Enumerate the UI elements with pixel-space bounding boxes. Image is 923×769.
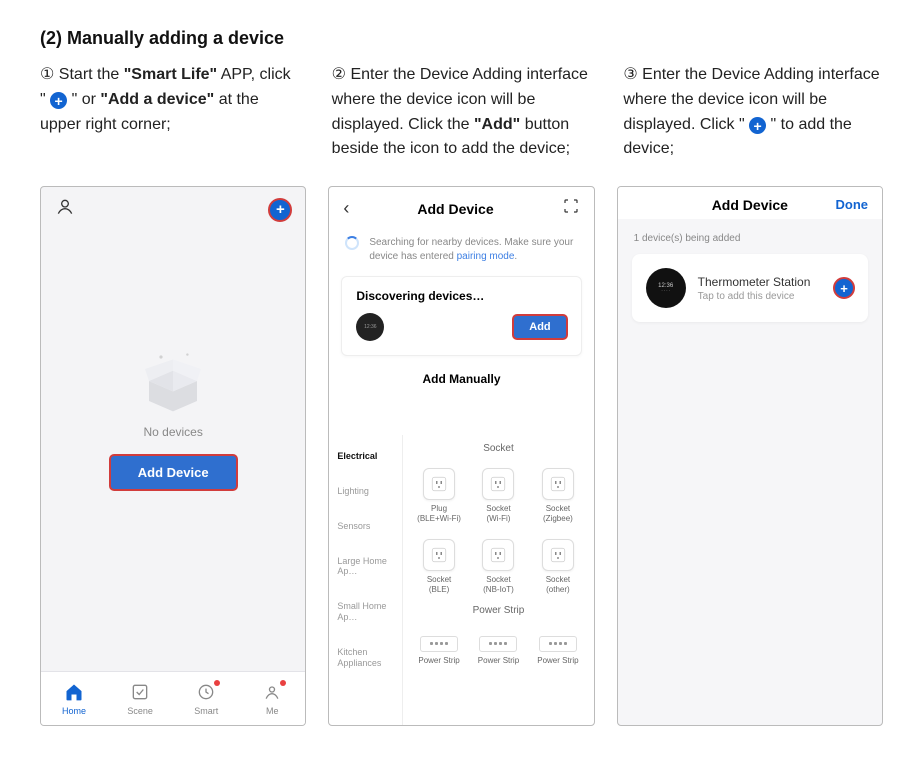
socket-icon (542, 539, 574, 571)
socket-icon (482, 539, 514, 571)
powerstrip-icon (479, 636, 517, 652)
socket-option[interactable]: Plug(BLE+Wi-Fi) (411, 468, 466, 523)
add-manually-title: Add Manually (329, 372, 593, 386)
step-2-text: ② Enter the Device Adding interface wher… (332, 63, 592, 162)
being-added-label: 1 device(s) being added (618, 219, 882, 250)
device-card[interactable]: 12:36 · · · · Thermometer Station Tap to… (632, 254, 868, 322)
socket-icon (482, 468, 514, 500)
pairing-mode-link[interactable]: pairing mode (457, 251, 515, 262)
device-icon: 12:36 · · · · (646, 268, 686, 308)
profile-icon[interactable] (55, 197, 75, 222)
add-device-button[interactable]: Add Device (110, 455, 237, 490)
socket-option[interactable]: Socket(Wi-Fi) (471, 468, 526, 523)
done-button[interactable]: Done (835, 197, 868, 212)
powerstrip-option[interactable]: Power Strip (411, 630, 466, 666)
search-message: Searching for nearby devices. Make sure … (329, 226, 593, 270)
device-thumbnail-icon: 12:36 (356, 313, 384, 341)
powerstrip-heading: Power Strip (411, 601, 585, 624)
category-lighting[interactable]: Lighting (329, 474, 402, 509)
category-electrical[interactable]: Electrical (329, 439, 402, 474)
bottom-nav: Home Scene Smart Me (41, 671, 305, 725)
plus-icon: + (749, 117, 766, 134)
socket-option[interactable]: Socket(BLE) (411, 539, 466, 594)
spinner-icon (345, 236, 359, 250)
notification-badge (214, 680, 220, 686)
powerstrip-icon (420, 636, 458, 652)
steps-row: ① Start the "Smart Life" APP, click " + … (40, 63, 883, 162)
screen-title: Add Device (417, 201, 493, 217)
phone-screen-3: Add Device Done 1 device(s) being added … (617, 186, 883, 726)
add-device-plus-button[interactable]: + (834, 278, 854, 298)
plus-icon: + (50, 92, 67, 109)
section-title: (2) Manually adding a device (40, 28, 883, 49)
discovering-card: Discovering devices… 12:36 Add (341, 276, 581, 356)
category-sensors[interactable]: Sensors (329, 509, 402, 544)
screenshots-row: + No devices Add Device Home Scene (40, 186, 883, 726)
powerstrip-icon (539, 636, 577, 652)
add-plus-button[interactable]: + (269, 199, 291, 221)
step-1-text: ① Start the "Smart Life" APP, click " + … (40, 63, 300, 137)
category-sidebar: Electrical Lighting Sensors Large Home A… (329, 435, 403, 725)
category-small-home[interactable]: Small Home Ap… (329, 589, 402, 635)
socket-icon (423, 468, 455, 500)
socket-heading: Socket (411, 439, 585, 462)
nav-home[interactable]: Home (41, 672, 107, 725)
category-kitchen[interactable]: Kitchen Appliances (329, 635, 402, 681)
screen-title: Add Device (712, 197, 788, 213)
nav-me[interactable]: Me (239, 672, 305, 725)
no-devices-label: No devices (143, 425, 202, 439)
socket-option[interactable]: Socket(other) (530, 539, 585, 594)
nav-scene[interactable]: Scene (107, 672, 173, 725)
nav-smart[interactable]: Smart (173, 672, 239, 725)
empty-box-icon (133, 337, 213, 417)
add-button[interactable]: Add (513, 315, 566, 339)
phone-screen-1: + No devices Add Device Home Scene (40, 186, 306, 726)
socket-icon (423, 539, 455, 571)
category-large-home[interactable]: Large Home Ap… (329, 544, 402, 590)
powerstrip-option[interactable]: Power Strip (471, 630, 526, 666)
back-icon[interactable]: ‹ (343, 198, 349, 219)
socket-option[interactable]: Socket(Zigbee) (530, 468, 585, 523)
powerstrip-option[interactable]: Power Strip (530, 630, 585, 666)
discovering-label: Discovering devices… (356, 289, 566, 303)
device-name: Thermometer Station (698, 275, 822, 289)
device-subtext: Tap to add this device (698, 291, 822, 302)
notification-badge (280, 680, 286, 686)
scan-icon[interactable] (562, 197, 580, 220)
step-3-text: ③ Enter the Device Adding interface wher… (623, 63, 883, 162)
socket-icon (542, 468, 574, 500)
socket-option[interactable]: Socket(NB-IoT) (471, 539, 526, 594)
phone-screen-2: ‹ Add Device Searching for nearby device… (328, 186, 594, 726)
